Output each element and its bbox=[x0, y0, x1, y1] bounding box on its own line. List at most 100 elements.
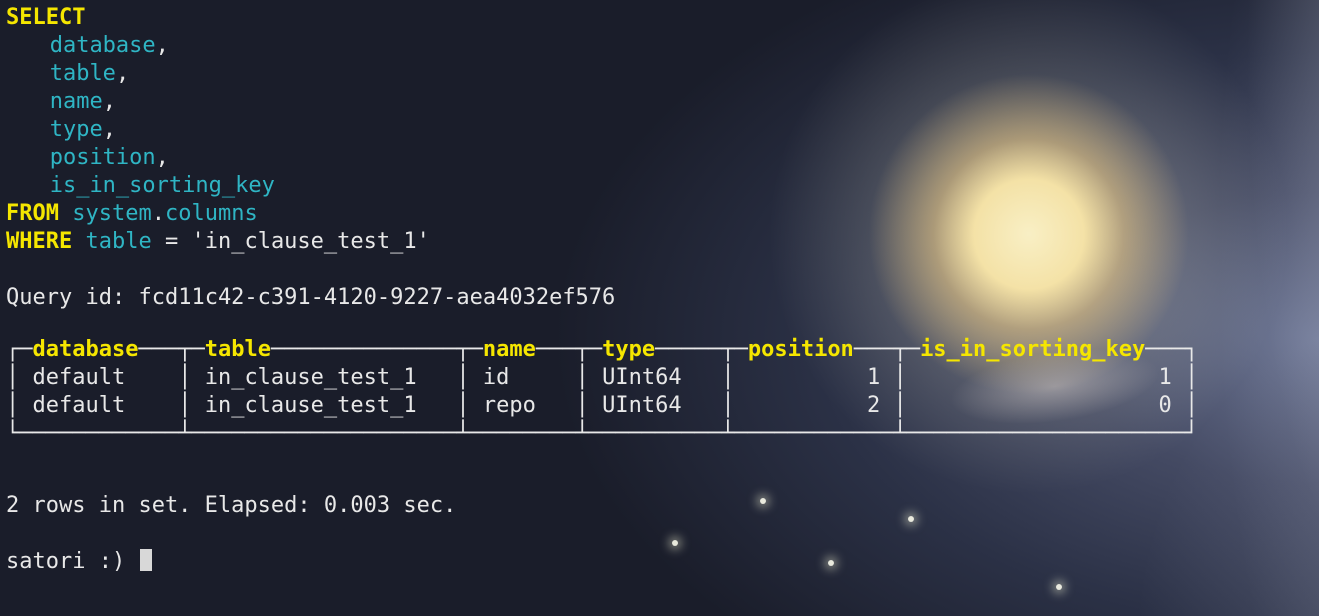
table-cell: UInt64 bbox=[602, 365, 708, 390]
table-cell: 1 bbox=[748, 365, 880, 390]
sql-from-line: FROM system.columns bbox=[6, 200, 1313, 228]
where-col: table bbox=[85, 229, 151, 254]
sql-col: type bbox=[50, 117, 103, 142]
table-border: │ bbox=[721, 393, 734, 418]
table-border: ┴ bbox=[456, 421, 469, 446]
table-border: │ bbox=[576, 365, 589, 390]
table-border: ┐ bbox=[1185, 337, 1198, 362]
table-border: │ bbox=[721, 365, 734, 390]
table-border: ┬─ bbox=[178, 337, 205, 362]
table-border: ─── bbox=[536, 337, 576, 362]
sql-col: database bbox=[50, 33, 156, 58]
table-border: ─── bbox=[854, 337, 894, 362]
sql-col-line: database, bbox=[6, 32, 1313, 60]
table-border: ┬─ bbox=[576, 337, 603, 362]
table-header: name bbox=[483, 337, 536, 362]
table-cell: default bbox=[33, 365, 165, 390]
table-border: ┴ bbox=[893, 421, 906, 446]
table-row: │ default │ in_clause_test_1 │ repo │ UI… bbox=[6, 392, 1313, 420]
sql-col-line: position, bbox=[6, 144, 1313, 172]
table-cell: in_clause_test_1 bbox=[205, 393, 443, 418]
table-border: │ bbox=[6, 365, 19, 390]
dot: . bbox=[152, 201, 165, 226]
table-header: table bbox=[205, 337, 271, 362]
sql-col: is_in_sorting_key bbox=[50, 173, 275, 198]
query-id-label: Query id: bbox=[6, 285, 125, 310]
sql-col: table bbox=[50, 61, 116, 86]
comma: , bbox=[103, 89, 116, 114]
table-cell: 1 bbox=[920, 365, 1172, 390]
table-border: │ bbox=[456, 365, 469, 390]
prompt-line[interactable]: satori :) bbox=[6, 548, 1313, 576]
query-id-line: Query id: fcd11c42-c391-4120-9227-aea403… bbox=[6, 284, 1313, 312]
kw-select: SELECT bbox=[6, 5, 85, 30]
table-border: ─── bbox=[138, 337, 178, 362]
where-val: 'in_clause_test_1' bbox=[191, 229, 429, 254]
sql-where-line: WHERE table = 'in_clause_test_1' bbox=[6, 228, 1313, 256]
table-border: │ bbox=[894, 365, 907, 390]
sql-col: position bbox=[50, 145, 156, 170]
table-border: │ bbox=[894, 393, 907, 418]
table-border: │ bbox=[576, 393, 589, 418]
table-border: │ bbox=[178, 365, 191, 390]
kw-from: FROM bbox=[6, 201, 59, 226]
sql-col-line: type, bbox=[6, 116, 1313, 144]
table-border: ┬─ bbox=[894, 337, 921, 362]
table-header: is_in_sorting_key bbox=[920, 337, 1145, 362]
sql-col: name bbox=[50, 89, 103, 114]
table-border: ──────────────────── bbox=[191, 421, 456, 446]
sql-col-line: name, bbox=[6, 88, 1313, 116]
table-header: type bbox=[602, 337, 655, 362]
sql-col-line: table, bbox=[6, 60, 1313, 88]
table-border: ┬─ bbox=[456, 337, 483, 362]
table-border: ────────── bbox=[589, 421, 721, 446]
table-border: │ bbox=[1185, 393, 1198, 418]
table-cell: UInt64 bbox=[602, 393, 708, 418]
table-border: ──────── bbox=[470, 421, 576, 446]
status-line: 2 rows in set. Elapsed: 0.003 sec. bbox=[6, 492, 1313, 520]
comma: , bbox=[116, 61, 129, 86]
table-bottom-border: └────────────┴────────────────────┴─────… bbox=[6, 420, 1313, 448]
sql-select-line: SELECT bbox=[6, 4, 1313, 32]
kw-where: WHERE bbox=[6, 229, 72, 254]
table-border: │ bbox=[178, 393, 191, 418]
table-border: ──────────── bbox=[735, 421, 894, 446]
comma: , bbox=[103, 117, 116, 142]
table-cell: 0 bbox=[920, 393, 1172, 418]
comma: , bbox=[156, 145, 169, 170]
table-cell: default bbox=[33, 393, 165, 418]
from-schema: system bbox=[72, 201, 151, 226]
table-border: ─── bbox=[1145, 337, 1185, 362]
table-border: ────────────── bbox=[271, 337, 456, 362]
table-border: ───── bbox=[655, 337, 721, 362]
table-row: │ default │ in_clause_test_1 │ id │ UInt… bbox=[6, 364, 1313, 392]
table-border: └ bbox=[6, 421, 19, 446]
table-header: database bbox=[33, 337, 139, 362]
table-border: ┘ bbox=[1185, 421, 1198, 446]
table-cell: id bbox=[483, 365, 562, 390]
table-cell: repo bbox=[483, 393, 562, 418]
table-border: ┴ bbox=[721, 421, 734, 446]
prompt-text: satori :) bbox=[6, 549, 138, 574]
table-header: position bbox=[748, 337, 854, 362]
table-cell: 2 bbox=[748, 393, 880, 418]
from-table: columns bbox=[165, 201, 258, 226]
table-border: ┴ bbox=[178, 421, 191, 446]
table-cell: in_clause_test_1 bbox=[205, 365, 443, 390]
table-border: ┬─ bbox=[721, 337, 748, 362]
terminal-content: SELECT database,table,name,type,position… bbox=[0, 0, 1319, 576]
table-border: │ bbox=[6, 393, 19, 418]
table-border: ┴ bbox=[576, 421, 589, 446]
table-border: ──────────── bbox=[19, 421, 178, 446]
cursor bbox=[140, 549, 152, 571]
sql-col-line: is_in_sorting_key bbox=[6, 172, 1313, 200]
table-top-border: ┌─database───┬─table──────────────┬─name… bbox=[6, 336, 1313, 364]
query-id-value: fcd11c42-c391-4120-9227-aea4032ef576 bbox=[138, 285, 615, 310]
table-border: ───────────────────── bbox=[907, 421, 1185, 446]
table-border: │ bbox=[1185, 365, 1198, 390]
where-op: = bbox=[165, 229, 178, 254]
table-border: │ bbox=[456, 393, 469, 418]
sparkle bbox=[1056, 584, 1062, 590]
table-border: ┌─ bbox=[6, 337, 33, 362]
result-table: ┌─database───┬─table──────────────┬─name… bbox=[6, 336, 1313, 448]
